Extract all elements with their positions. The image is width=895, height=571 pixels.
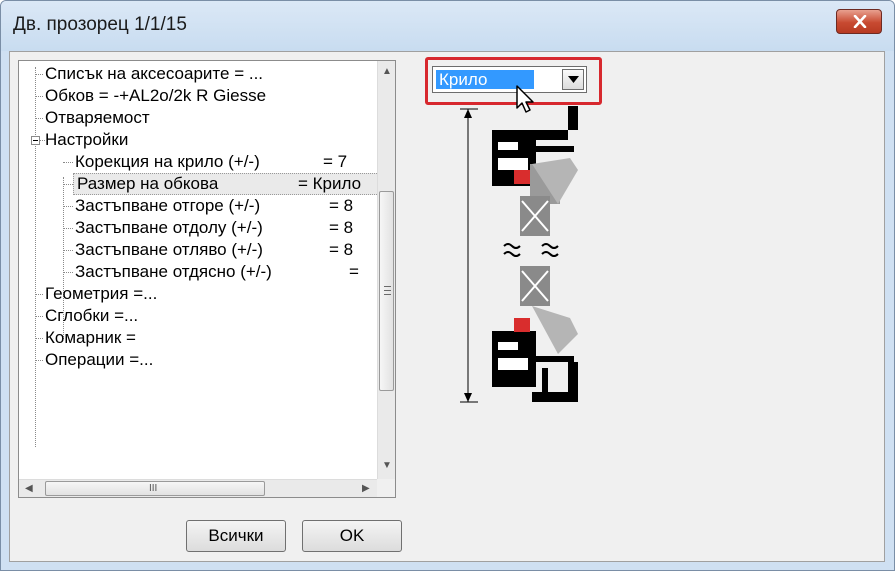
dialog-client-area: Списък на аксесоарите = ... Обков = -+AL… — [9, 51, 885, 562]
horizontal-scrollbar[interactable]: ◀ III ▶ — [19, 479, 377, 497]
dropdown-button[interactable] — [562, 69, 584, 90]
scrollbar-corner — [377, 479, 395, 497]
window-title: Дв. прозорец 1/1/15 — [13, 14, 187, 35]
dialog-window: Дв. прозорец 1/1/15 Списък на аксесоарит… — [0, 0, 895, 571]
title-bar[interactable]: Дв. прозорец 1/1/15 — [1, 1, 894, 51]
tree-item-label: Застъпване отляво (+/-) — [75, 240, 263, 259]
tree-connector — [35, 67, 36, 447]
tree-item-label: Отваряемост — [45, 108, 150, 127]
tree-item-value: = 8 — [329, 196, 354, 215]
tree-item-value: = 7 — [323, 152, 348, 171]
tree-item-label: Операции =... — [45, 350, 154, 369]
hardware-size-select[interactable]: Крило — [432, 66, 587, 93]
tree-item-label: Геометрия =... — [45, 284, 158, 303]
sash-profile-drawing — [460, 106, 578, 403]
ok-button[interactable]: OK — [302, 520, 402, 552]
tree-item-label: Обков = -+AL2o/2k R Giesse — [45, 86, 267, 105]
horizontal-scroll-thumb[interactable]: III — [45, 481, 265, 496]
chevron-down-icon — [568, 76, 579, 83]
dimension-line — [460, 108, 478, 403]
tree-item-label: Корекция на крило (+/-) — [75, 152, 260, 171]
tree-item-value: = 8 — [329, 240, 354, 259]
tree-item-label: Размер на обкова — [77, 174, 219, 193]
tree-item-label: Застъпване отгоре (+/-) — [75, 196, 261, 215]
collapse-toggle[interactable] — [31, 136, 40, 145]
profile-bottom — [492, 266, 578, 402]
tree-item-value: = 8 — [329, 218, 354, 237]
scroll-down-arrow-icon[interactable]: ▼ — [382, 461, 392, 471]
profile-break — [503, 243, 559, 257]
all-button[interactable]: Всички — [186, 520, 286, 552]
tree-item-label: Комарник = — [45, 328, 136, 347]
close-icon — [853, 15, 867, 28]
close-button[interactable] — [836, 9, 882, 34]
settings-tree[interactable]: Списък на аксесоарите = ... Обков = -+AL… — [18, 60, 396, 498]
tree-item-value: = Крило — [298, 174, 362, 193]
tree-item-value: = — [349, 262, 359, 281]
tree-item-label: Настройки — [45, 130, 129, 149]
profile-top — [492, 106, 578, 236]
scroll-right-arrow-icon[interactable]: ▶ — [362, 484, 370, 494]
tree-item-label: Застъпване отдолу (+/-) — [75, 218, 263, 237]
vertical-scrollbar[interactable]: ▲ ▼ — [377, 61, 395, 479]
scroll-grip: III — [149, 483, 158, 494]
scroll-left-arrow-icon[interactable]: ◀ — [25, 484, 33, 494]
tree-item-label: Застъпване отдясно (+/-) — [75, 262, 272, 281]
scroll-up-arrow-icon[interactable]: ▲ — [382, 67, 392, 77]
tree-item-label: Списък на аксесоарите = ... — [45, 64, 264, 83]
tree-item-label: Сглобки =... — [45, 306, 139, 325]
vertical-scroll-thumb[interactable] — [379, 191, 394, 391]
